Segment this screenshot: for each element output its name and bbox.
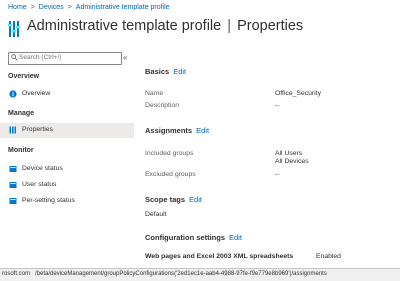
sidebar-item-properties[interactable]: Properties (0, 123, 134, 138)
breadcrumb-separator: > (30, 4, 35, 11)
search-input[interactable] (19, 52, 115, 63)
sidebar-item-user-status[interactable]: User status (0, 178, 134, 193)
sidebar-item-device-status[interactable]: Device status (0, 162, 134, 177)
description-value: -- (275, 102, 280, 109)
breadcrumb-devices[interactable]: Devices (39, 4, 64, 11)
sidebar-item-label: Device status (22, 165, 63, 172)
setting-state: Enabled (316, 253, 341, 260)
sidebar-item-label: Properties (22, 126, 53, 133)
name-label: Name (145, 90, 164, 97)
assignments-section-title: Assignments Edit (145, 126, 209, 135)
included-group-value: All Users (275, 150, 303, 157)
sidebar-item-overview[interactable]: Overview (0, 87, 134, 102)
search-icon (11, 54, 18, 61)
device-status-icon (9, 166, 17, 172)
breadcrumb-profile[interactable]: Administrative template profile (76, 4, 170, 11)
excluded-groups-value: -- (275, 171, 280, 178)
scope-tags-section-title: Scope tags Edit (145, 195, 202, 204)
page-subtitle: Properties (237, 18, 304, 34)
scope-tag-value: Default (145, 211, 167, 218)
assignments-edit-link[interactable]: Edit (196, 126, 209, 135)
nav-section-manage: Manage (8, 110, 35, 117)
included-group-value: All Devices (275, 158, 309, 165)
assignments-title: Assignments (145, 126, 193, 135)
basics-edit-link[interactable]: Edit (173, 67, 186, 76)
configuration-title: Configuration settings (145, 233, 225, 242)
user-status-icon (9, 182, 17, 188)
sidebar-item-label: Overview (22, 90, 51, 97)
nav-section-monitor: Monitor (8, 147, 34, 154)
nav-section-overview: Overview (8, 73, 40, 80)
policy-settings-icon (8, 21, 20, 37)
status-domain: rosoft.com (2, 271, 31, 277)
configuration-section-title: Configuration settings Edit (145, 233, 242, 242)
info-icon (9, 90, 17, 98)
sidebar-item-label: Per-setting status (22, 197, 75, 204)
breadcrumb-home[interactable]: Home (8, 4, 27, 11)
description-label: Description (145, 102, 179, 109)
breadcrumb-separator: > (67, 4, 72, 11)
configuration-edit-link[interactable]: Edit (229, 233, 242, 242)
scope-tags-title: Scope tags (145, 195, 186, 204)
included-groups-label: Included groups (145, 150, 194, 157)
more-options-button[interactable]: ··· (281, 20, 293, 30)
basics-title: Basics (145, 67, 170, 76)
excluded-groups-label: Excluded groups (145, 171, 196, 178)
browser-status-bar: rosoft.com /beta/deviceManagement/groupP… (0, 268, 400, 281)
basics-section-title: Basics Edit (145, 67, 186, 76)
title-divider: | (227, 18, 232, 34)
per-setting-status-icon (9, 198, 17, 204)
breadcrumb: Home > Devices > Administrative template pro… (8, 4, 170, 11)
name-value: Office_Security (275, 90, 321, 97)
page-title: Administrative template profile | Proper… (27, 18, 303, 34)
setting-name: Web pages and Excel 2003 XML spreadsheet… (145, 253, 294, 260)
collapse-sidebar-button[interactable]: « (123, 53, 127, 62)
sidebar-item-label: User status (22, 181, 57, 188)
scope-tags-edit-link[interactable]: Edit (189, 195, 202, 204)
properties-icon (9, 126, 16, 134)
status-url-path: /beta/deviceManagement/groupPolicyConfig… (35, 271, 327, 277)
sidebar-item-per-setting-status[interactable]: Per-setting status (0, 194, 134, 209)
page-title-text: Administrative template profile (27, 18, 222, 34)
